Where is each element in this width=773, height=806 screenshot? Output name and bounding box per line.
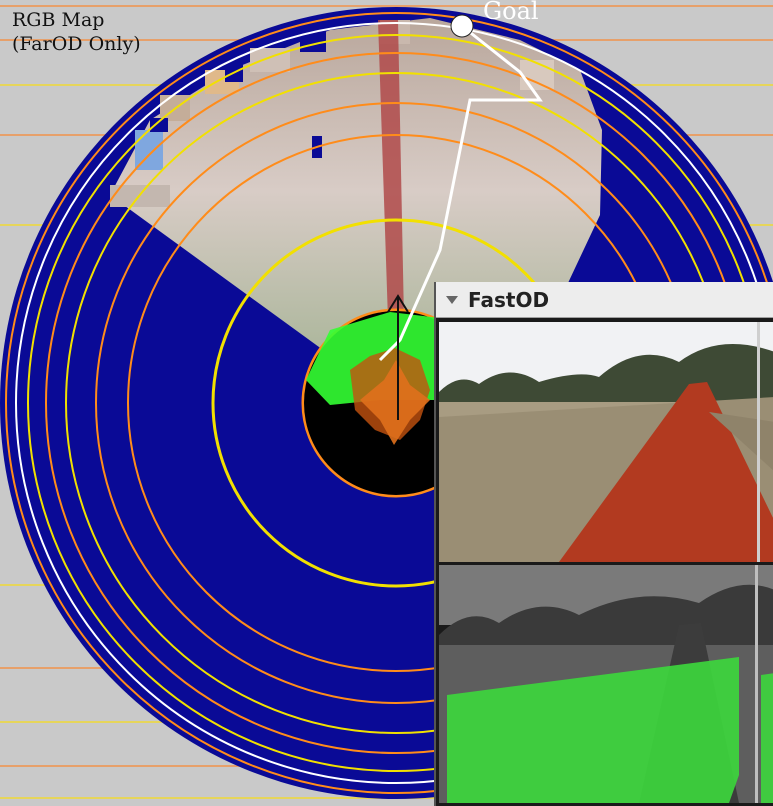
camera-rgb-view	[439, 322, 773, 562]
panel-header[interactable]: FastOD	[436, 282, 773, 318]
traversability-overlay-view	[439, 565, 773, 803]
panel-title: FastOD	[468, 287, 550, 312]
map-title-line2: (FarOD Only)	[12, 33, 141, 55]
goal-label: Goal	[483, 0, 539, 25]
triangle-down-icon[interactable]	[446, 295, 458, 304]
map-title: RGB Map (FarOD Only)	[12, 8, 141, 56]
goal-marker[interactable]	[450, 14, 474, 38]
fastod-panel: FastOD	[434, 282, 773, 806]
map-title-line1: RGB Map	[12, 9, 105, 31]
